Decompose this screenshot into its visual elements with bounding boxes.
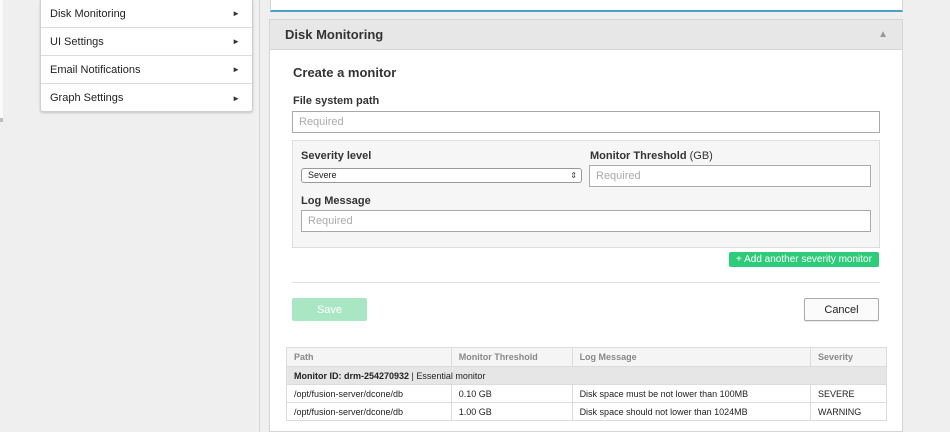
monitor-id: Monitor ID: drm-254270932 xyxy=(294,370,410,381)
disk-monitoring-panel: Disk Monitoring ▲ Create a monitor File … xyxy=(269,19,903,432)
panel-header[interactable]: Disk Monitoring ▲ xyxy=(270,20,902,50)
form-title: Create a monitor xyxy=(293,65,397,80)
sidebar-item-label: Email Notifications xyxy=(50,63,141,76)
table-row[interactable]: /opt/fusion-server/dcone/db 0.10 GB Disk… xyxy=(286,384,887,403)
monitors-table: Path Monitor Threshold Log Message Sever… xyxy=(286,347,887,421)
save-button[interactable]: Save xyxy=(292,298,367,321)
add-button-label: + Add another severity monitor xyxy=(736,254,872,265)
sidebar-item-disk-monitoring[interactable]: Disk Monitoring ► xyxy=(41,0,252,28)
collapse-triangle-icon[interactable]: ▲ xyxy=(878,29,888,40)
monitor-group-cell: Monitor ID: drm-254270932 | Essential mo… xyxy=(286,366,887,385)
column-header-path: Path xyxy=(286,347,452,367)
table-header-row: Path Monitor Threshold Log Message Sever… xyxy=(286,347,887,367)
severity-select[interactable]: Severe ⇕ xyxy=(301,168,582,183)
cell-log-message: Disk space must be not lower than 100MB xyxy=(571,384,812,403)
cell-threshold: 1.00 GB xyxy=(450,402,573,421)
chevron-right-icon: ► xyxy=(232,65,240,74)
cell-log-message: Disk space should not lower than 1024MB xyxy=(571,402,812,421)
cell-severity: WARNING xyxy=(810,402,887,421)
table-row[interactable]: /opt/fusion-server/dcone/db 1.00 GB Disk… xyxy=(286,402,887,421)
sidebar-item-label: Disk Monitoring xyxy=(50,7,126,20)
column-header-threshold: Monitor Threshold xyxy=(450,347,573,367)
cancel-button[interactable]: Cancel xyxy=(804,298,879,321)
file-system-path-input[interactable] xyxy=(292,111,880,133)
sidebar-item-ui-settings[interactable]: UI Settings ► xyxy=(41,28,252,56)
threshold-label: Monitor Threshold (GB) xyxy=(590,150,713,162)
column-header-log-message: Log Message xyxy=(571,347,812,367)
sidebar-item-label: UI Settings xyxy=(50,35,104,48)
settings-sidebar: Disk Monitoring ► UI Settings ► Email No… xyxy=(40,0,253,112)
chevron-right-icon: ► xyxy=(232,37,240,46)
chevron-right-icon: ► xyxy=(232,9,240,18)
cell-threshold: 0.10 GB xyxy=(450,384,573,403)
chevron-right-icon: ► xyxy=(232,93,240,103)
path-label: File system path xyxy=(293,95,380,107)
form-divider xyxy=(292,282,880,283)
threshold-unit: (GB) xyxy=(689,150,713,162)
severity-selected-value: Severe xyxy=(308,170,337,180)
log-message-label: Log Message xyxy=(301,195,371,207)
sidebar-item-label: Graph Settings xyxy=(50,92,124,104)
threshold-label-text: Monitor Threshold xyxy=(590,150,687,162)
monitor-note: Essential monitor xyxy=(416,370,486,381)
log-message-input[interactable] xyxy=(301,210,871,232)
cell-path: /opt/fusion-server/dcone/db xyxy=(286,402,452,421)
select-arrows-icon: ⇕ xyxy=(570,171,577,180)
sidebar-item-graph-settings[interactable]: Graph Settings ► xyxy=(41,84,252,112)
cell-path: /opt/fusion-server/dcone/db xyxy=(286,384,452,403)
column-header-severity: Severity xyxy=(810,347,887,367)
monitor-group-row: Monitor ID: drm-254270932 | Essential mo… xyxy=(286,366,887,385)
severity-label: Severity level xyxy=(301,150,372,162)
cell-severity: SEVERE xyxy=(810,384,887,403)
sidebar-item-email-notifications[interactable]: Email Notifications ► xyxy=(41,56,252,84)
add-severity-monitor-button[interactable]: + Add another severity monitor xyxy=(729,252,879,267)
window-left-edge xyxy=(0,0,3,432)
content-divider xyxy=(259,0,260,432)
previous-panel-bottom xyxy=(270,0,903,12)
threshold-input[interactable] xyxy=(589,165,871,187)
severity-monitor-box: Severity level Severe ⇕ Monitor Threshol… xyxy=(292,140,880,248)
panel-title: Disk Monitoring xyxy=(285,27,384,42)
